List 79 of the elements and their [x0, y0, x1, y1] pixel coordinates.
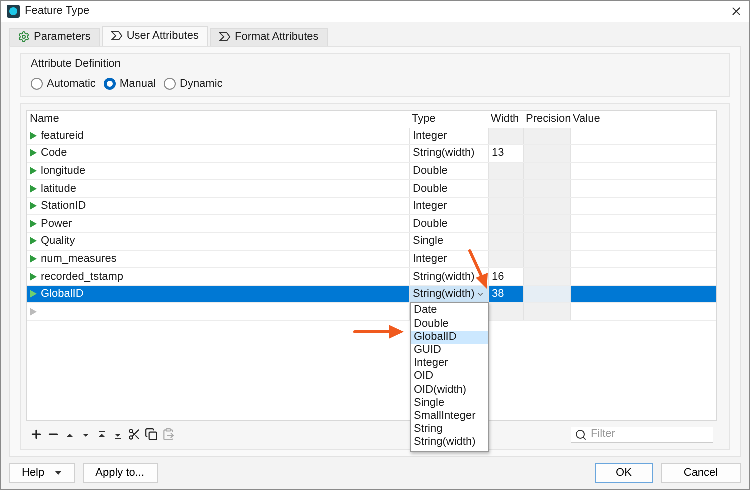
expand-icon	[30, 149, 37, 158]
expand-icon	[30, 184, 37, 193]
dropdown-option[interactable]: Double	[411, 318, 488, 331]
column-header[interactable]: Width	[488, 110, 523, 128]
dropdown-option[interactable]: Integer	[411, 357, 488, 370]
filter-field[interactable]: Filter	[571, 426, 713, 443]
dropdown-option[interactable]: Single	[411, 396, 488, 410]
gear-icon	[18, 31, 30, 44]
footer-button[interactable]: OK	[595, 462, 653, 483]
dropdown-option[interactable]: GUID	[411, 344, 488, 358]
column-header[interactable]: Type	[409, 110, 488, 128]
table-row[interactable]: Code String(width) 13	[27, 145, 716, 163]
expand-icon	[30, 167, 37, 175]
radio-option[interactable]: Automatic	[31, 78, 96, 90]
expand-icon	[30, 132, 37, 140]
precision-cell	[523, 162, 570, 180]
tab[interactable]: Parameters	[9, 28, 100, 46]
precision-cell	[523, 198, 570, 214]
dropdown-option[interactable]: String(width)	[411, 436, 488, 450]
column-header[interactable]: Name	[27, 110, 409, 128]
precision-cell	[523, 268, 570, 285]
dropdown-option[interactable]: OID(width)	[411, 384, 488, 397]
precision-cell	[523, 250, 570, 268]
table-row[interactable]: featureid Integer	[27, 128, 716, 146]
expand-icon	[30, 290, 37, 298]
expand-icon	[30, 254, 37, 263]
dropdown-option[interactable]: SmallInteger	[411, 410, 488, 424]
window-title: Feature Type	[25, 5, 91, 18]
name-cell: Code	[41, 147, 68, 160]
caret-icon[interactable]	[54, 470, 62, 475]
expand-icon	[30, 237, 37, 246]
precision-cell	[523, 215, 570, 232]
expand-icon	[30, 202, 37, 210]
precision-cell	[523, 145, 570, 162]
dropdown-option[interactable]: OID	[411, 370, 488, 384]
add-icon[interactable]	[30, 428, 43, 442]
sigma-icon	[219, 32, 231, 42]
name-cell: GlobalID	[41, 288, 84, 300]
name-cell: Quality	[41, 235, 76, 248]
table-row[interactable]: recorded_tstamp String(width) 16	[27, 268, 716, 286]
tab[interactable]: Format Attributes	[210, 28, 328, 46]
footer-button[interactable]: Cancel	[661, 462, 741, 483]
radio-option[interactable]: Dynamic	[164, 78, 223, 90]
expand-icon	[30, 220, 37, 228]
table-row[interactable]: longitude Double	[27, 162, 716, 180]
column-header[interactable]: Value	[570, 110, 716, 128]
table-row[interactable]: latitude Double	[27, 180, 716, 198]
footer-button[interactable]: Apply to...	[82, 462, 158, 483]
name-cell: num_measures	[41, 252, 117, 265]
cut-icon[interactable]	[128, 428, 141, 442]
table-row[interactable]: Quality Single	[27, 233, 716, 251]
tab[interactable]: User Attributes	[102, 26, 208, 46]
sigma-icon	[110, 31, 123, 42]
new-row-icon	[30, 308, 37, 316]
radio-option[interactable]: Manual	[104, 78, 156, 90]
copy-icon[interactable]	[145, 428, 158, 442]
precision-cell	[523, 233, 570, 250]
app-icon	[7, 4, 20, 18]
precision-cell	[523, 180, 570, 197]
name-cell: latitude	[41, 182, 76, 195]
dropdown-option[interactable]: Date	[411, 304, 488, 318]
table-row[interactable]: num_measures Integer	[27, 250, 716, 268]
column-header[interactable]: Precision	[523, 110, 570, 128]
footer-button[interactable]: Help	[9, 462, 75, 483]
name-cell: Power	[41, 218, 72, 230]
dropdown-option[interactable]: GlobalID	[411, 330, 488, 344]
table-row[interactable]: Power Double	[27, 215, 716, 234]
name-cell: recorded_tstamp	[41, 270, 124, 283]
precision-cell	[523, 128, 570, 144]
expand-icon	[30, 272, 37, 281]
dropdown-option[interactable]: String	[411, 423, 488, 436]
name-cell: featureid	[41, 130, 84, 142]
table-row[interactable]: StationID Integer	[27, 198, 716, 216]
name-cell: longitude	[41, 165, 86, 177]
group-title: Attribute Definition	[31, 58, 122, 70]
search-icon	[575, 428, 587, 441]
name-cell: StationID	[41, 200, 86, 212]
annotation-arrow	[354, 325, 404, 339]
close-icon[interactable]	[730, 4, 743, 18]
